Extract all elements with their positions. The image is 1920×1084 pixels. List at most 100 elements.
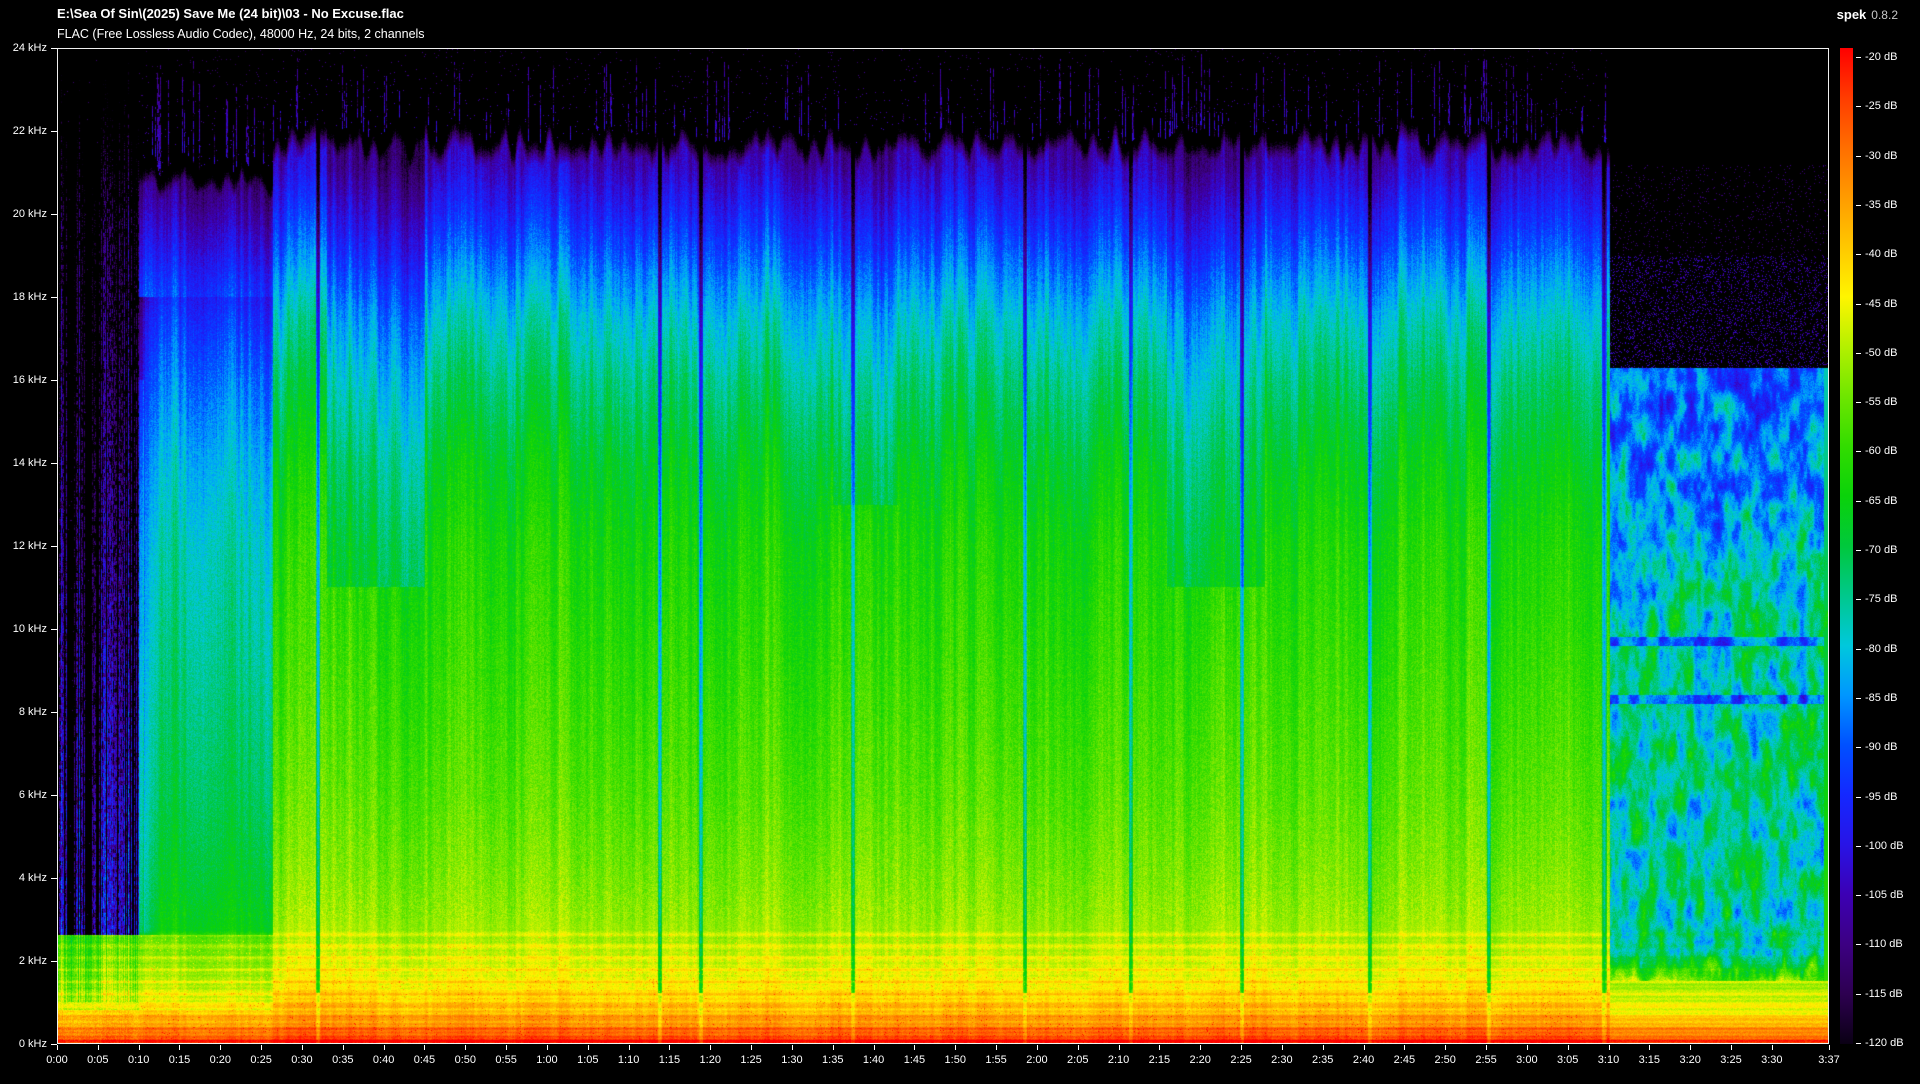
audio-format-info: FLAC (Free Lossless Audio Codec), 48000 …: [57, 27, 425, 41]
freq-tick: [51, 380, 57, 381]
time-tick-label: 1:20: [700, 1054, 721, 1066]
db-tick: [1856, 698, 1861, 699]
time-tick-label: 2:15: [1149, 1054, 1170, 1066]
db-tick: [1856, 994, 1861, 995]
colorbar-legend: [1840, 48, 1853, 1044]
freq-tick-label: 14 kHz: [13, 457, 47, 469]
time-tick-label: 0:30: [291, 1054, 312, 1066]
time-tick: [588, 1045, 589, 1050]
freq-tick: [51, 795, 57, 796]
freq-tick: [51, 961, 57, 962]
db-tick-label: -100 dB: [1865, 840, 1904, 852]
time-tick-label: 0:10: [128, 1054, 149, 1066]
time-tick: [833, 1045, 834, 1050]
time-tick: [1364, 1045, 1365, 1050]
freq-tick-label: 2 kHz: [19, 955, 47, 967]
time-tick: [1282, 1045, 1283, 1050]
time-tick-label: 0:40: [373, 1054, 394, 1066]
time-tick-label: 1:10: [618, 1054, 639, 1066]
time-tick: [1037, 1045, 1038, 1050]
time-tick: [179, 1045, 180, 1050]
db-tick-label: -90 dB: [1865, 741, 1897, 753]
time-tick-label: 2:25: [1230, 1054, 1251, 1066]
time-tick-label: 1:25: [740, 1054, 761, 1066]
time-tick: [1649, 1045, 1650, 1050]
time-tick-label: 0:50: [455, 1054, 476, 1066]
time-tick: [669, 1045, 670, 1050]
db-tick: [1856, 846, 1861, 847]
db-tick: [1856, 304, 1861, 305]
time-tick: [955, 1045, 956, 1050]
time-tick-label: 2:05: [1067, 1054, 1088, 1066]
time-tick: [465, 1045, 466, 1050]
freq-tick-label: 10 kHz: [13, 623, 47, 635]
time-tick: [1527, 1045, 1528, 1050]
db-tick-label: -80 dB: [1865, 643, 1897, 655]
time-tick: [1119, 1045, 1120, 1050]
db-tick: [1856, 944, 1861, 945]
time-tick: [1241, 1045, 1242, 1050]
time-tick-label: 1:35: [822, 1054, 843, 1066]
freq-tick-label: 8 kHz: [19, 706, 47, 718]
time-tick: [710, 1045, 711, 1050]
db-tick-label: -55 dB: [1865, 396, 1897, 408]
db-tick-label: -35 dB: [1865, 199, 1897, 211]
time-tick: [792, 1045, 793, 1050]
time-tick-label: 1:45: [904, 1054, 925, 1066]
time-tick-label: 2:30: [1271, 1054, 1292, 1066]
db-tick: [1856, 402, 1861, 403]
time-tick-label: 3:00: [1516, 1054, 1537, 1066]
time-tick-label: 1:30: [781, 1054, 802, 1066]
file-path-title: E:\Sea Of Sin\(2025) Save Me (24 bit)\03…: [57, 6, 404, 21]
db-tick: [1856, 254, 1861, 255]
time-tick: [57, 1045, 58, 1050]
app-version: 0.8.2: [1871, 8, 1898, 22]
freq-tick-label: 22 kHz: [13, 125, 47, 137]
db-tick-label: -70 dB: [1865, 544, 1897, 556]
db-tick-label: -60 dB: [1865, 445, 1897, 457]
db-tick-label: -85 dB: [1865, 692, 1897, 704]
db-tick-label: -50 dB: [1865, 347, 1897, 359]
freq-tick-label: 0 kHz: [19, 1038, 47, 1050]
time-tick-label: 0:55: [495, 1054, 516, 1066]
app-brand: spek0.8.2: [1837, 7, 1898, 22]
db-tick: [1856, 747, 1861, 748]
freq-tick: [51, 629, 57, 630]
time-tick: [98, 1045, 99, 1050]
freq-tick-label: 18 kHz: [13, 291, 47, 303]
time-tick: [220, 1045, 221, 1050]
db-tick: [1856, 797, 1861, 798]
time-tick-label: 0:45: [414, 1054, 435, 1066]
freq-tick: [51, 878, 57, 879]
db-tick-label: -40 dB: [1865, 248, 1897, 260]
db-tick-label: -25 dB: [1865, 100, 1897, 112]
freq-tick-label: 6 kHz: [19, 789, 47, 801]
time-tick-label: 0:05: [87, 1054, 108, 1066]
db-tick: [1856, 106, 1861, 107]
time-tick-label: 2:35: [1312, 1054, 1333, 1066]
time-tick-label: 3:25: [1720, 1054, 1741, 1066]
db-tick: [1856, 649, 1861, 650]
time-tick: [1078, 1045, 1079, 1050]
db-tick-label: -65 dB: [1865, 495, 1897, 507]
time-tick: [1486, 1045, 1487, 1050]
db-tick-label: -105 dB: [1865, 889, 1904, 901]
time-tick-label: 1:55: [985, 1054, 1006, 1066]
time-tick: [1690, 1045, 1691, 1050]
spek-window: { "header": { "title": "E:\\Sea Of Sin\\…: [0, 0, 1920, 1084]
time-tick-label: 3:05: [1557, 1054, 1578, 1066]
freq-tick-label: 12 kHz: [13, 540, 47, 552]
time-tick-label: 3:20: [1679, 1054, 1700, 1066]
time-tick-label: 2:00: [1026, 1054, 1047, 1066]
freq-tick: [51, 214, 57, 215]
time-tick: [261, 1045, 262, 1050]
time-tick: [384, 1045, 385, 1050]
db-tick-label: -30 dB: [1865, 150, 1897, 162]
freq-tick-label: 16 kHz: [13, 374, 47, 386]
db-tick: [1856, 451, 1861, 452]
time-tick: [302, 1045, 303, 1050]
time-tick: [914, 1045, 915, 1050]
db-tick-label: -20 dB: [1865, 51, 1897, 63]
db-tick: [1856, 1043, 1861, 1044]
time-tick-label: 2:10: [1108, 1054, 1129, 1066]
